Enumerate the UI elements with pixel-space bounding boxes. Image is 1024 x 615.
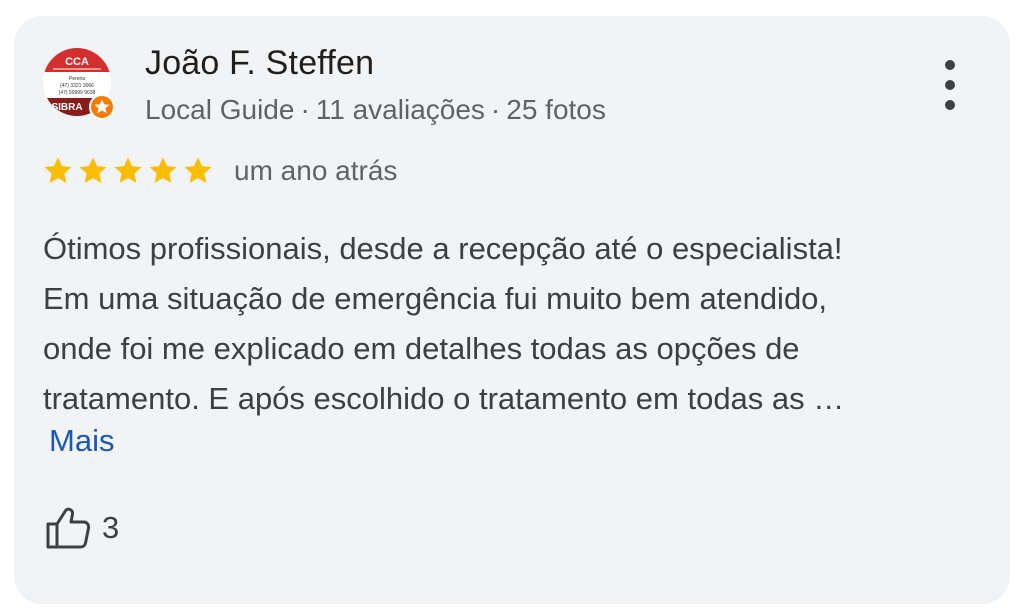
svg-text:Pereira: Pereira bbox=[69, 76, 85, 82]
review-text-line: Ótimos profissionais, desde a recepção a… bbox=[43, 231, 843, 266]
star-rating bbox=[41, 154, 216, 188]
svg-text:SIBRA: SIBRA bbox=[51, 102, 82, 113]
review-text-line: Em uma situação de emergência fui muito … bbox=[43, 281, 828, 316]
more-link[interactable]: Mais bbox=[49, 423, 114, 459]
svg-text:(47) 3321 3066: (47) 3321 3066 bbox=[60, 83, 94, 89]
svg-text:(47) 99999 9638: (47) 99999 9638 bbox=[59, 90, 96, 96]
review-card: CCA Pereira (47) 3321 3066 (47) 99999 96… bbox=[14, 16, 1010, 604]
star-icon bbox=[79, 157, 107, 183]
svg-text:CCA: CCA bbox=[65, 56, 89, 68]
star-icon bbox=[149, 157, 177, 183]
author-avatar[interactable]: CCA Pereira (47) 3321 3066 (47) 99999 96… bbox=[43, 48, 115, 120]
local-guide-star-badge-icon bbox=[89, 94, 115, 120]
star-icon bbox=[184, 157, 212, 183]
review-text-line: tratamento. E após escolhido o tratament… bbox=[43, 381, 845, 416]
reviews-count: 11 avaliações bbox=[315, 94, 485, 125]
local-guide-label: Local Guide bbox=[145, 94, 295, 125]
review-text-line: onde foi me explicado em detalhes todas … bbox=[43, 331, 800, 366]
star-icon bbox=[44, 157, 72, 183]
author-name[interactable]: João F. Steffen bbox=[145, 44, 374, 83]
more-vert-icon[interactable] bbox=[935, 60, 965, 110]
meta-separator: · bbox=[300, 94, 310, 125]
author-meta: Local Guide · 11 avaliações · 25 fotos bbox=[145, 94, 606, 126]
review-date: um ano atrás bbox=[234, 155, 398, 186]
rating-row: um ano atrás bbox=[41, 151, 397, 191]
star-icon bbox=[114, 157, 142, 183]
photos-count: 25 fotos bbox=[506, 94, 606, 125]
thumbs-up-icon bbox=[46, 507, 91, 549]
meta-separator: · bbox=[490, 94, 501, 125]
like-button[interactable]: 3 bbox=[44, 504, 119, 552]
review-text: Ótimos profissionais, desde a recepção a… bbox=[43, 224, 983, 424]
like-count: 3 bbox=[102, 510, 120, 545]
